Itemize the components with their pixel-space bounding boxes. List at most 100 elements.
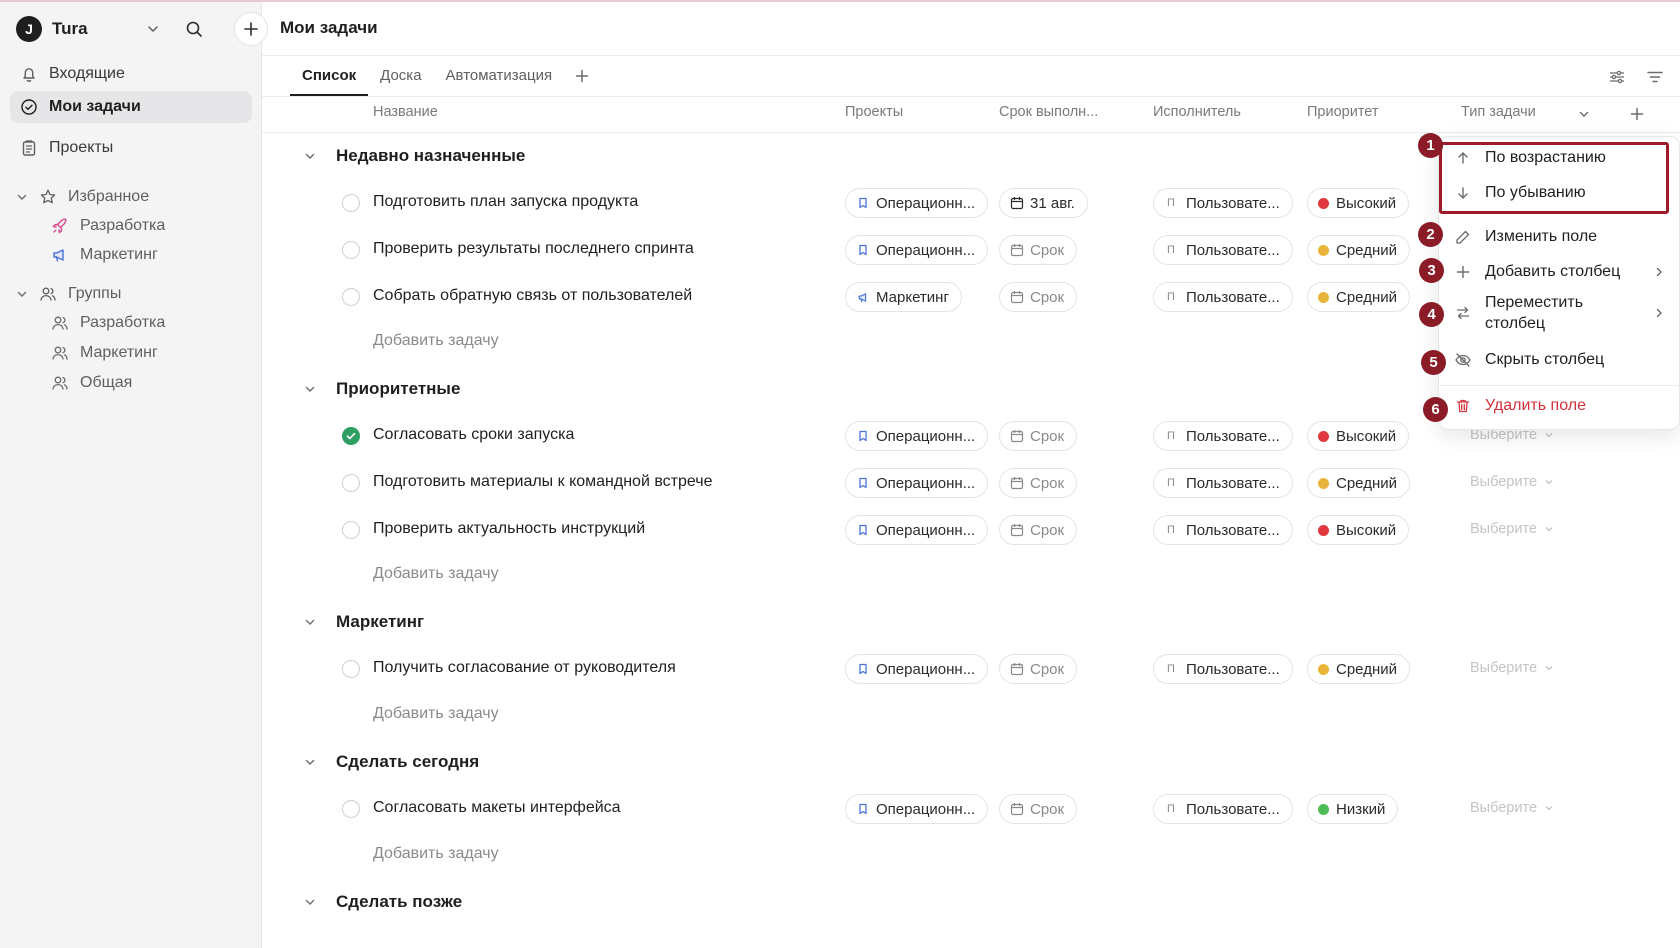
- chevron-down-icon[interactable]: [1576, 106, 1592, 122]
- assignee-pill[interactable]: П Пользовате...: [1153, 188, 1293, 218]
- sidebar-item-favorite-marketing[interactable]: Маркетинг: [50, 241, 158, 269]
- menu-item-move-column[interactable]: Переместить столбец: [1439, 289, 1680, 337]
- chevron-down-icon[interactable]: [302, 381, 318, 397]
- filter-icon[interactable]: [1642, 64, 1668, 90]
- menu-item-hide-column[interactable]: Скрыть столбец: [1439, 343, 1680, 377]
- task-name[interactable]: Согласовать макеты интерфейса: [373, 799, 621, 817]
- priority-pill[interactable]: Средний: [1307, 235, 1410, 265]
- table-row[interactable]: Проверить актуальность инструкций Операц…: [262, 508, 1680, 552]
- priority-pill[interactable]: Средний: [1307, 468, 1410, 498]
- column-header-assignee[interactable]: Исполнитель: [1153, 104, 1241, 120]
- due-date-pill[interactable]: Срок: [999, 421, 1078, 451]
- chevron-down-icon[interactable]: [142, 18, 164, 40]
- task-name[interactable]: Проверить актуальность инструкций: [373, 520, 645, 538]
- column-header-type[interactable]: Тип задачи: [1461, 104, 1536, 120]
- group-header[interactable]: Приоритетные: [302, 375, 460, 403]
- sidebar-item-group-general[interactable]: Общая: [50, 369, 132, 397]
- chevron-down-icon[interactable]: [302, 754, 318, 770]
- project-pill[interactable]: Операционн...: [845, 421, 989, 451]
- table-row[interactable]: Согласовать макеты интерфейса Операционн…: [262, 787, 1680, 831]
- priority-pill[interactable]: Высокий: [1307, 188, 1410, 218]
- menu-item-delete-field[interactable]: Удалить поле: [1439, 389, 1680, 423]
- workspace-switcher[interactable]: J Tura: [16, 12, 268, 46]
- project-pill[interactable]: Операционн...: [845, 794, 989, 824]
- task-type-select[interactable]: Выберите: [1470, 660, 1555, 676]
- priority-pill[interactable]: Низкий: [1307, 794, 1399, 824]
- task-type-select[interactable]: Выберите: [1470, 521, 1555, 537]
- sidebar-item-favorite-dev[interactable]: Разработка: [50, 212, 165, 240]
- tab-list[interactable]: Список: [290, 56, 369, 96]
- assignee-pill[interactable]: П Пользовате...: [1153, 654, 1293, 684]
- task-type-select[interactable]: Выберите: [1470, 474, 1555, 490]
- task-checkbox[interactable]: [342, 474, 360, 492]
- chevron-down-icon[interactable]: [14, 189, 30, 205]
- add-view-button[interactable]: [568, 56, 596, 96]
- due-date-pill[interactable]: Срок: [999, 794, 1078, 824]
- tab-automation[interactable]: Автоматизация: [434, 56, 565, 96]
- chevron-down-icon[interactable]: [302, 894, 318, 910]
- menu-item-edit-field[interactable]: Изменить поле: [1439, 220, 1680, 254]
- assignee-pill[interactable]: П Пользовате...: [1153, 421, 1293, 451]
- task-name[interactable]: Получить согласование от руководителя: [373, 659, 676, 677]
- assignee-pill[interactable]: П Пользовате...: [1153, 515, 1293, 545]
- settings-sliders-icon[interactable]: [1604, 64, 1630, 90]
- priority-pill[interactable]: Высокий: [1307, 515, 1410, 545]
- sidebar-item-group-marketing[interactable]: Маркетинг: [50, 339, 158, 367]
- due-date-pill[interactable]: Срок: [999, 515, 1078, 545]
- search-icon[interactable]: [182, 17, 206, 41]
- assignee-pill[interactable]: П Пользовате...: [1153, 468, 1293, 498]
- task-name[interactable]: Согласовать сроки запуска: [373, 426, 574, 444]
- priority-pill[interactable]: Средний: [1307, 654, 1410, 684]
- sidebar-item-group-dev[interactable]: Разработка: [50, 309, 165, 337]
- task-checkbox[interactable]: [342, 521, 360, 539]
- sidebar-item-my-tasks[interactable]: Мои задачи: [10, 91, 252, 123]
- task-checkbox[interactable]: [342, 241, 360, 259]
- task-checkbox[interactable]: [342, 660, 360, 678]
- sidebar-item-projects[interactable]: Проекты: [10, 132, 252, 164]
- task-checkbox[interactable]: [342, 288, 360, 306]
- due-date-pill[interactable]: 31 авг.: [999, 188, 1088, 218]
- task-type-select[interactable]: Выберите: [1470, 800, 1555, 816]
- menu-item-add-column[interactable]: Добавить столбец: [1439, 255, 1680, 289]
- column-header-name[interactable]: Название: [373, 104, 438, 120]
- task-name[interactable]: Подготовить материалы к командной встреч…: [373, 473, 712, 491]
- task-name[interactable]: Подготовить план запуска продукта: [373, 193, 638, 211]
- task-name[interactable]: Собрать обратную связь от пользователей: [373, 287, 692, 305]
- task-name[interactable]: Проверить результаты последнего спринта: [373, 240, 694, 258]
- project-pill[interactable]: Операционн...: [845, 235, 989, 265]
- chevron-down-icon[interactable]: [302, 148, 318, 164]
- chevron-down-icon[interactable]: [14, 286, 30, 302]
- priority-pill[interactable]: Высокий: [1307, 421, 1410, 451]
- table-row[interactable]: Получить согласование от руководителя Оп…: [262, 647, 1680, 691]
- project-pill[interactable]: Маркетинг: [845, 282, 962, 312]
- assignee-pill[interactable]: П Пользовате...: [1153, 235, 1293, 265]
- project-pill[interactable]: Операционн...: [845, 468, 989, 498]
- chevron-down-icon[interactable]: [302, 614, 318, 630]
- column-header-projects[interactable]: Проекты: [845, 104, 903, 120]
- project-pill[interactable]: Операционн...: [845, 515, 989, 545]
- tab-board[interactable]: Доска: [368, 56, 433, 96]
- due-date-pill[interactable]: Срок: [999, 282, 1078, 312]
- priority-pill[interactable]: Средний: [1307, 282, 1410, 312]
- task-checkbox[interactable]: [342, 194, 360, 212]
- group-header[interactable]: Сделать позже: [302, 888, 462, 916]
- assignee-pill[interactable]: П Пользовате...: [1153, 794, 1293, 824]
- group-header[interactable]: Сделать сегодня: [302, 748, 479, 776]
- column-header-due[interactable]: Срок выполн...: [999, 104, 1098, 120]
- add-task-button[interactable]: Добавить задачу: [373, 705, 499, 729]
- project-pill[interactable]: Операционн...: [845, 188, 989, 218]
- task-checkbox[interactable]: [342, 800, 360, 818]
- project-pill[interactable]: Операционн...: [845, 654, 989, 684]
- group-header[interactable]: Недавно назначенные: [302, 142, 525, 170]
- table-row[interactable]: Подготовить материалы к командной встреч…: [262, 461, 1680, 505]
- add-column-button[interactable]: [1627, 104, 1647, 124]
- task-checkbox-checked[interactable]: [342, 427, 360, 445]
- due-date-pill[interactable]: Срок: [999, 654, 1078, 684]
- group-header[interactable]: Маркетинг: [302, 608, 424, 636]
- sidebar-section-favorites[interactable]: Избранное: [14, 182, 256, 212]
- add-task-button[interactable]: Добавить задачу: [373, 565, 499, 589]
- add-task-button[interactable]: Добавить задачу: [373, 845, 499, 869]
- column-header-priority[interactable]: Приоритет: [1307, 104, 1379, 120]
- sidebar-item-inbox[interactable]: Входящие: [10, 58, 252, 90]
- due-date-pill[interactable]: Срок: [999, 468, 1078, 498]
